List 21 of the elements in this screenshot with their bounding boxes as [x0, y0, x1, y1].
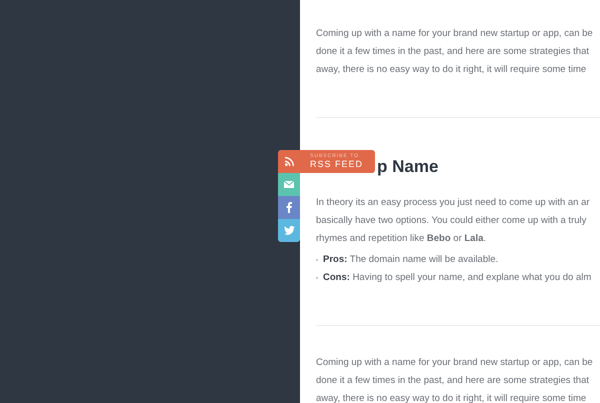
paragraph-line: basically have two options. You could either come up with a truly: [316, 214, 586, 228]
share-button[interactable]: [278, 219, 300, 242]
paragraph-line: Coming up with a name for your brand new startup or app, can be: [316, 27, 593, 41]
paragraph-line: away, there is no easy way to do it right, it will require some time: [316, 392, 586, 403]
paragraph-line: away, there is no easy way to do it right, it will require some time: [316, 63, 586, 77]
envelope-icon: [284, 181, 294, 188]
paragraph-line: done it a few times in the past, and here are some strategies that: [316, 374, 590, 388]
paragraph-line: Coming up with a name for your brand new startup or app, can be: [316, 356, 593, 370]
rss-icon: [284, 157, 294, 166]
share-button[interactable]: [278, 196, 300, 219]
share-button[interactable]: [278, 150, 300, 173]
facebook-icon: [286, 202, 292, 213]
paragraph-line: rhymes and repetition like Bebo or Lala.: [316, 232, 486, 246]
section-heading: p Name: [377, 156, 438, 178]
share-button[interactable]: [278, 173, 300, 196]
paragraph-line: done it a few times in the past, and here are some strategies that: [316, 45, 590, 59]
bullet-item: Pros: The domain name will be available.: [323, 253, 498, 267]
bullet-item: Cons: Having to spell your name, and explane what you do alm: [323, 271, 592, 285]
bird-icon: [284, 226, 294, 235]
paragraph-line: In theory its an easy process you just need to come up with an ar: [316, 196, 590, 210]
tooltip-label: RSS FEED: [310, 159, 364, 170]
